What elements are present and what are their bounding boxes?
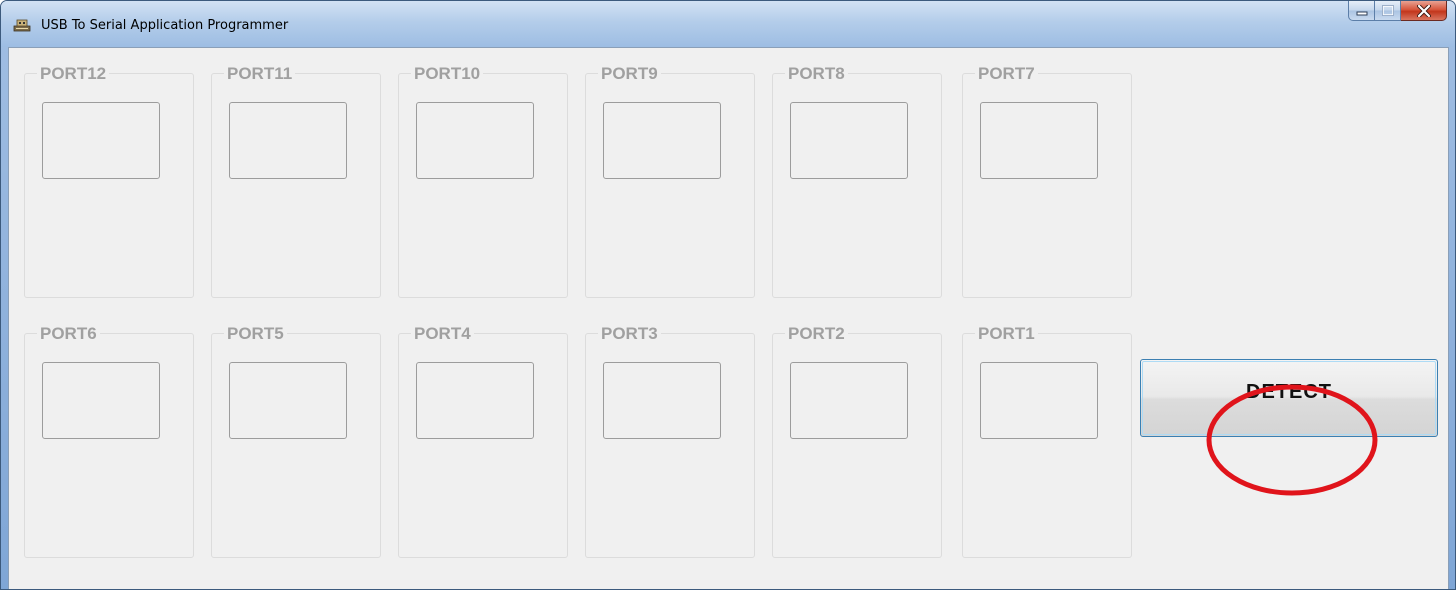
port-status-box — [42, 102, 160, 179]
close-icon — [1416, 4, 1431, 17]
title-bar[interactable]: USB To Serial Application Programmer — [1, 1, 1455, 47]
close-button[interactable] — [1401, 1, 1447, 21]
minimize-icon — [1356, 11, 1367, 15]
port-group-port7: PORT7 — [962, 65, 1132, 298]
port-status-box — [603, 102, 721, 179]
maximize-button[interactable] — [1375, 1, 1401, 21]
window-title: USB To Serial Application Programmer — [41, 18, 289, 33]
caption-buttons — [1348, 1, 1447, 23]
client-area: PORT12 PORT11 PORT10 PORT9 PORT8 PORT7 P… — [8, 47, 1449, 589]
port-group-port4: PORT4 — [398, 325, 568, 558]
port-status-box — [790, 102, 908, 179]
detect-button-label: DETECT — [1246, 380, 1332, 403]
port-status-box — [42, 362, 160, 439]
port-label: PORT10 — [411, 65, 484, 83]
usb-serial-app-icon — [13, 19, 31, 32]
port-group-port6: PORT6 — [24, 325, 194, 558]
port-group-port11: PORT11 — [211, 65, 381, 298]
port-status-box — [229, 102, 347, 179]
port-group-port5: PORT5 — [211, 325, 381, 558]
port-status-box — [980, 102, 1098, 179]
port-label: PORT2 — [785, 325, 848, 343]
app-window: USB To Serial Application Programmer POR… — [0, 0, 1456, 590]
port-label: PORT5 — [224, 325, 287, 343]
port-group-port3: PORT3 — [585, 325, 755, 558]
maximize-icon — [1381, 5, 1394, 16]
port-group-port1: PORT1 — [962, 325, 1132, 558]
port-group-port10: PORT10 — [398, 65, 568, 298]
port-label: PORT1 — [975, 325, 1038, 343]
port-label: PORT7 — [975, 65, 1038, 83]
port-status-box — [603, 362, 721, 439]
port-status-box — [416, 102, 534, 179]
port-label: PORT4 — [411, 325, 474, 343]
port-status-box — [980, 362, 1098, 439]
port-label: PORT11 — [224, 65, 296, 83]
port-label: PORT12 — [37, 65, 110, 83]
port-label: PORT6 — [37, 325, 100, 343]
port-status-box — [416, 362, 534, 439]
port-status-box — [790, 362, 908, 439]
detect-button[interactable]: DETECT — [1140, 359, 1438, 437]
port-group-port8: PORT8 — [772, 65, 942, 298]
minimize-button[interactable] — [1348, 1, 1375, 21]
port-label: PORT3 — [598, 325, 661, 343]
port-group-port12: PORT12 — [24, 65, 194, 298]
port-label: PORT8 — [785, 65, 848, 83]
port-label: PORT9 — [598, 65, 661, 83]
port-status-box — [229, 362, 347, 439]
port-group-port2: PORT2 — [772, 325, 942, 558]
port-group-port9: PORT9 — [585, 65, 755, 298]
